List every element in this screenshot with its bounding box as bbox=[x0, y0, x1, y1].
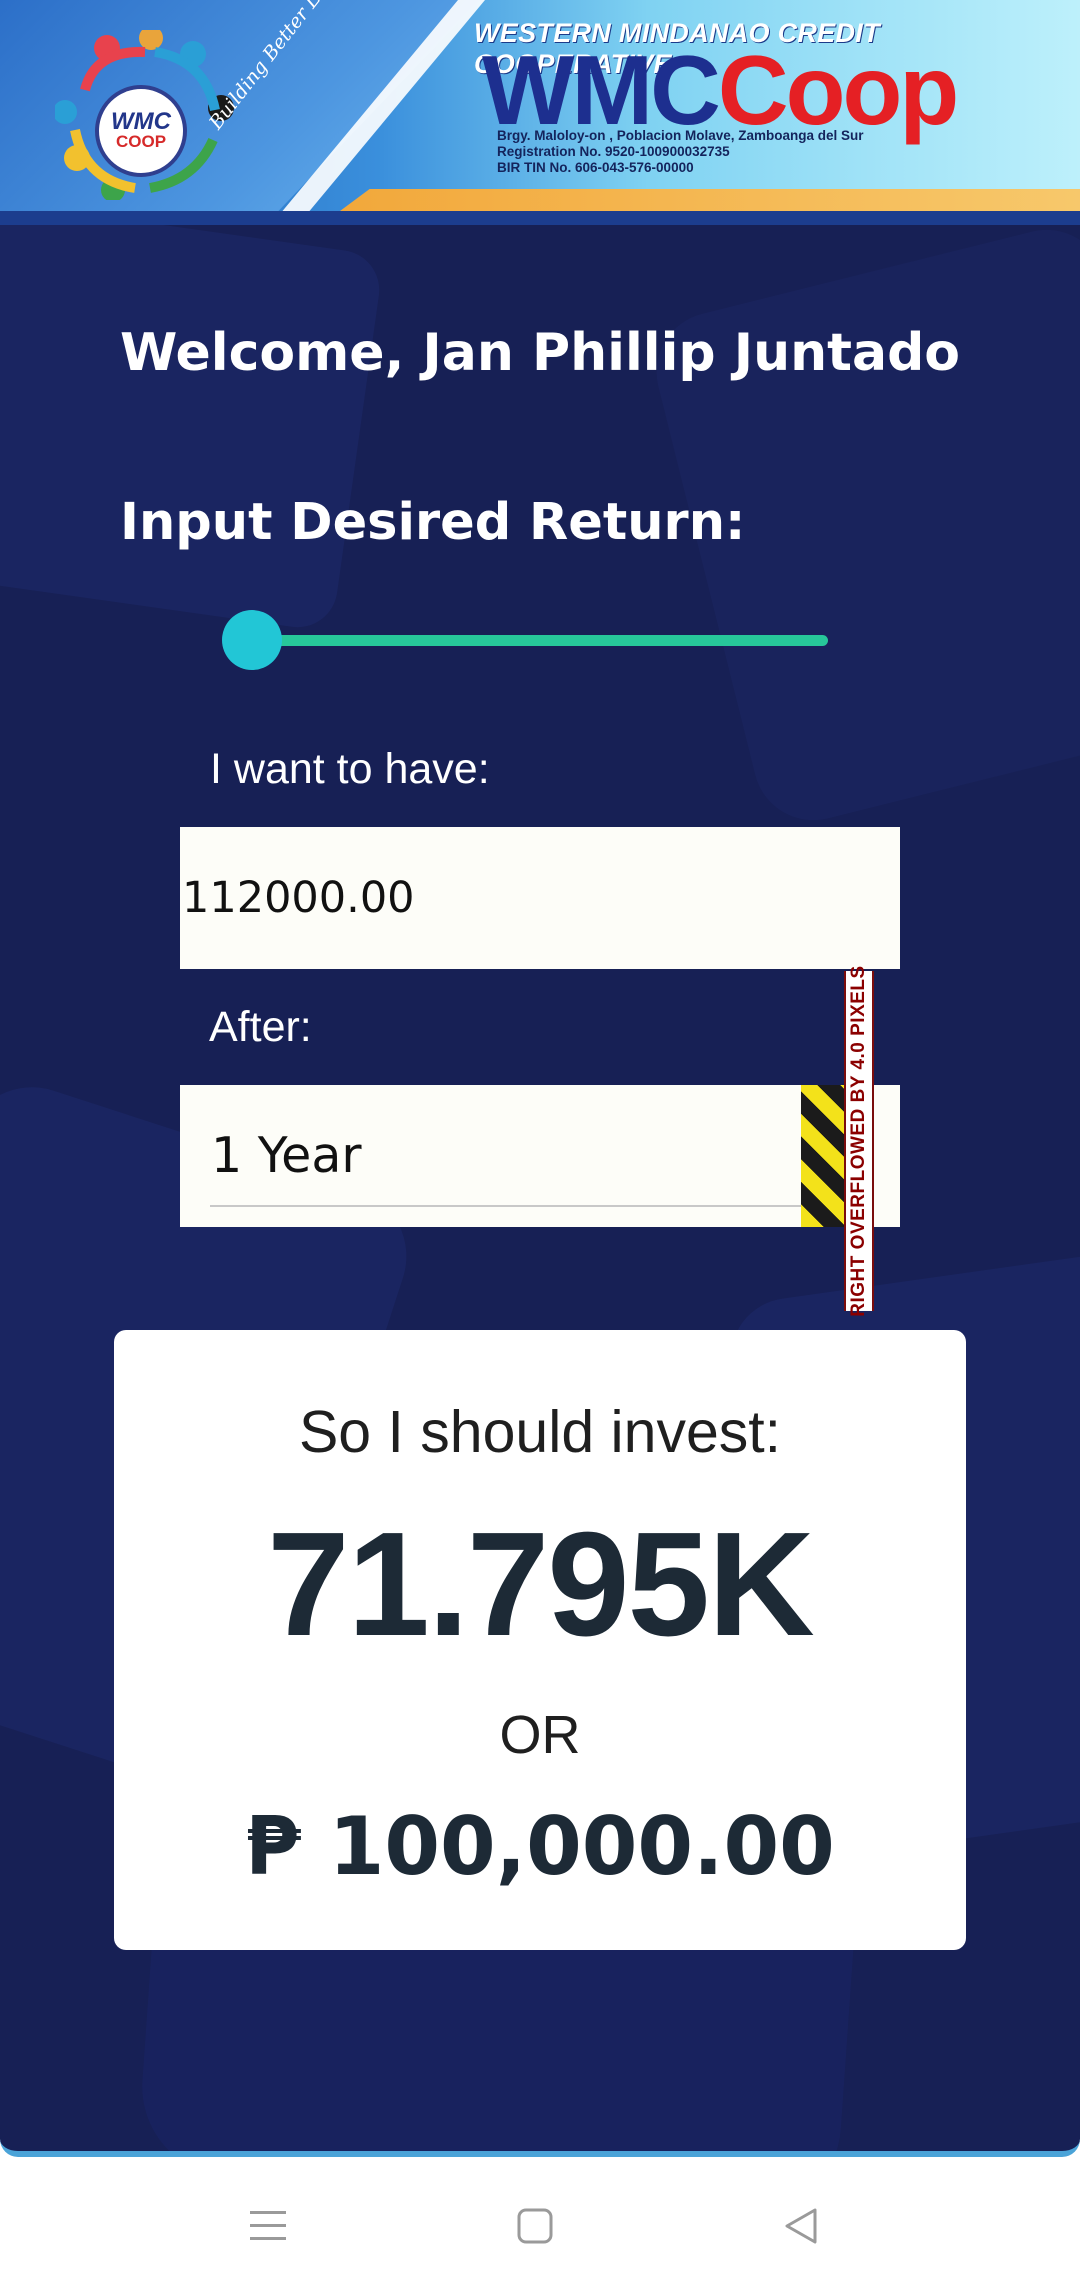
invest-short-value: 71.795K bbox=[267, 1502, 815, 1667]
want-amount-input[interactable] bbox=[180, 827, 900, 969]
invest-label: So I should invest: bbox=[298, 1399, 782, 1465]
coop-logo-badge: WMC COOP bbox=[95, 85, 187, 177]
header-banner: WMC COOP Building Better Lives Together … bbox=[0, 0, 1080, 225]
brand-logotype: WMCCoop bbox=[482, 40, 959, 140]
overflow-debug-text: RIGHT OVERFLOWED BY 4.0 PIXELS bbox=[848, 965, 869, 1317]
want-amount-field[interactable] bbox=[180, 827, 900, 969]
return-slider[interactable] bbox=[222, 610, 828, 670]
org-address-block: Brgy. Maloloy-on , Poblacion Molave, Zam… bbox=[497, 128, 864, 176]
or-separator: OR bbox=[499, 1705, 581, 1765]
overflow-hazard-stripes bbox=[801, 1085, 844, 1227]
org-tin: BIR TIN No. 606-043-576-00000 bbox=[497, 160, 694, 175]
home-square-icon[interactable] bbox=[510, 2201, 560, 2251]
welcome-heading: Welcome, Jan Phillip Juntado bbox=[119, 323, 961, 383]
org-registration: Registration No. 9520-100900032735 bbox=[497, 144, 730, 159]
banner-bottom-stripe bbox=[0, 211, 1080, 225]
logo-wmc-text: WMC bbox=[111, 108, 171, 135]
dropdown-underline bbox=[210, 1205, 862, 1207]
after-label: After: bbox=[209, 1003, 312, 1051]
menu-icon[interactable] bbox=[243, 2201, 293, 2251]
duration-dropdown[interactable]: 1 Year ▼ bbox=[180, 1085, 900, 1227]
bg-shape bbox=[0, 225, 385, 633]
invest-amount: ₱ 100,000.00 bbox=[245, 1800, 835, 1893]
overflow-debug-banner: RIGHT OVERFLOWED BY 4.0 PIXELS bbox=[844, 965, 874, 1317]
duration-selected-value[interactable]: 1 Year bbox=[211, 1127, 362, 1184]
result-card: So I should invest: 71.795K OR ₱ 100,000… bbox=[114, 1330, 966, 1950]
slider-track[interactable] bbox=[252, 635, 828, 646]
banner-orange-bar bbox=[340, 189, 1080, 211]
logo-coop-text: COOP bbox=[115, 132, 167, 151]
org-address: Brgy. Maloloy-on , Poblacion Molave, Zam… bbox=[497, 128, 864, 143]
desired-return-title: Input Desired Return: bbox=[120, 493, 746, 552]
system-nav-bar bbox=[0, 2157, 1080, 2290]
want-label: I want to have: bbox=[210, 745, 490, 793]
main-content: Welcome, Jan Phillip Juntado Input Desir… bbox=[0, 225, 1080, 2157]
back-triangle-icon[interactable] bbox=[776, 2201, 826, 2251]
slider-thumb[interactable] bbox=[222, 610, 282, 670]
